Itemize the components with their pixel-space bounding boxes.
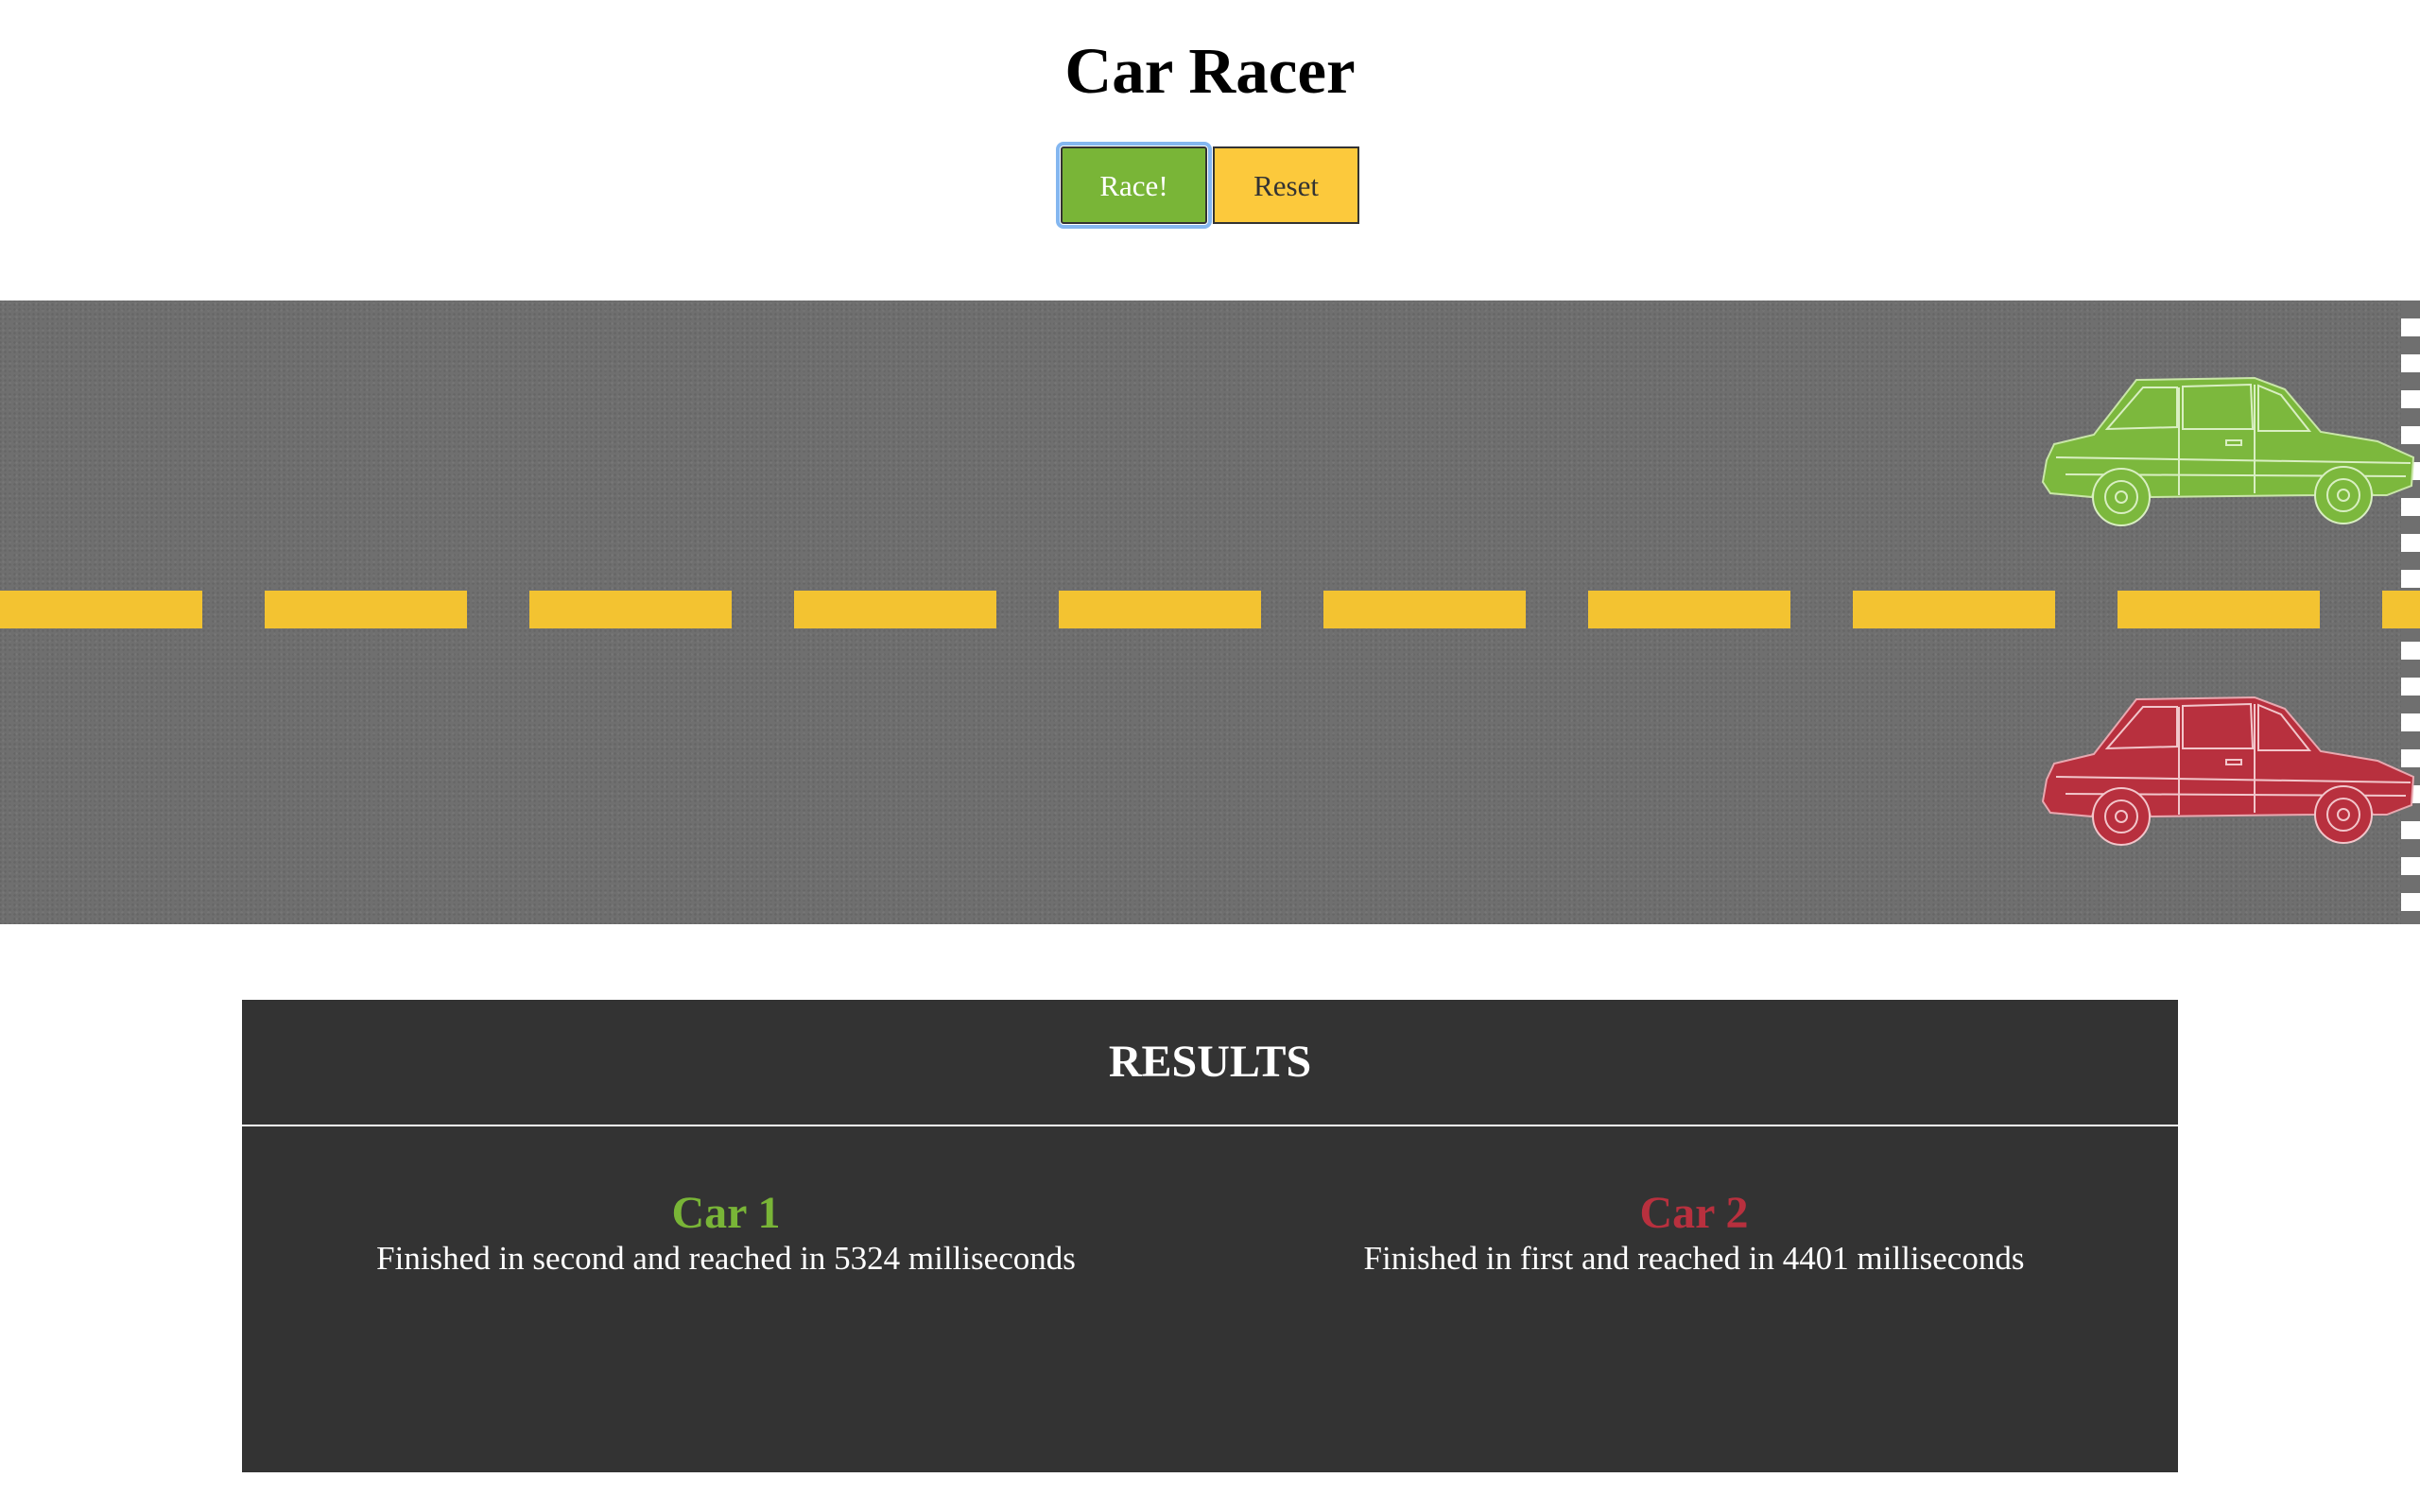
car-2-name: Car 2 [1639,1188,1749,1238]
red-car-icon [2041,696,2415,846]
race-button[interactable]: Race! [1056,142,1212,229]
lane-dash [2118,591,2320,628]
lane-dash [794,591,996,628]
reset-button[interactable]: Reset [1213,146,1359,224]
results-title: RESULTS [242,1000,2178,1126]
car-1-name: Car 1 [671,1188,781,1238]
green-car-icon [2041,376,2415,526]
lane-dash [1588,591,1790,628]
page-title: Car Racer [1064,35,1356,107]
race-controls: Race! Reset [0,142,2420,229]
lane-dash [0,591,202,628]
lane-dash [1853,591,2055,628]
lane-dash [265,591,467,628]
car-2-result-text: Finished in first and reached in 4401 mi… [1363,1240,2025,1277]
result-car-2: Car 2 Finished in first and reached in 4… [1210,1189,2178,1280]
results-panel: RESULTS Car 1 Finished in second and rea… [242,1000,2178,1472]
lane-dash [2382,591,2420,628]
result-car-1: Car 1 Finished in second and reached in … [242,1189,1210,1280]
lane-dash [1059,591,1261,628]
lane-dash [1323,591,1526,628]
lane-divider [0,591,2420,628]
car-1-result-text: Finished in second and reached in 5324 m… [376,1240,1076,1277]
lane-dash [529,591,732,628]
